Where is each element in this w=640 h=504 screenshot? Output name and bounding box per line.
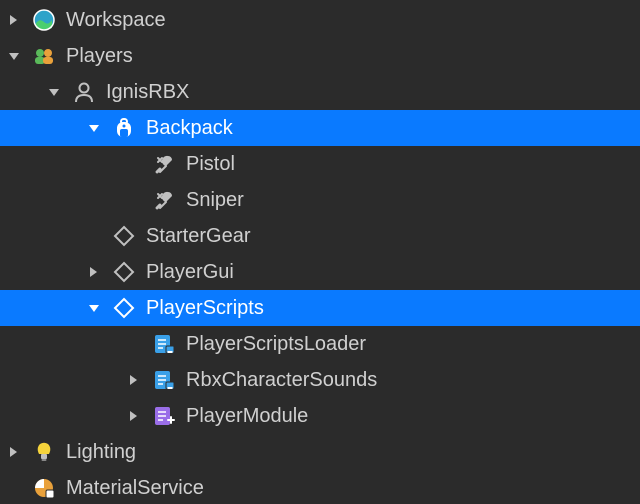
tree-row-backpack[interactable]: Backpack	[0, 110, 640, 146]
tree-row-startergear[interactable]: StarterGear	[0, 218, 640, 254]
diamond-icon	[108, 296, 140, 320]
tree-row-ignisrbx[interactable]: IgnisRBX	[0, 74, 640, 110]
tree-row-label: Backpack	[140, 110, 233, 146]
tree-row-players[interactable]: Players	[0, 38, 640, 74]
tool-icon	[148, 188, 180, 212]
tree-row-label: Sniper	[180, 182, 244, 218]
tree-row-psloader[interactable]: PlayerScriptsLoader	[0, 326, 640, 362]
tree-row-label: Pistol	[180, 146, 235, 182]
expand-arrow-icon[interactable]	[128, 374, 140, 386]
expand-arrow-icon[interactable]	[8, 50, 20, 62]
tree-row-lighting[interactable]: Lighting	[0, 434, 640, 470]
players-icon	[28, 44, 60, 68]
expand-arrow-icon[interactable]	[8, 14, 20, 26]
tree-row-sniper[interactable]: Sniper	[0, 182, 640, 218]
expand-arrow-icon[interactable]	[48, 86, 60, 98]
expand-arrow-icon[interactable]	[8, 446, 20, 458]
diamond-icon	[108, 260, 140, 284]
localscript-icon	[148, 332, 180, 356]
diamond-icon	[108, 224, 140, 248]
tree-row-playermodule[interactable]: PlayerModule	[0, 398, 640, 434]
tree-row-label: Workspace	[60, 2, 166, 38]
tree-row-label: Players	[60, 38, 133, 74]
localscript-icon	[148, 368, 180, 392]
lighting-icon	[28, 440, 60, 464]
expand-arrow-icon[interactable]	[88, 302, 100, 314]
tool-icon	[148, 152, 180, 176]
player-icon	[68, 80, 100, 104]
tree-row-label: IgnisRBX	[100, 74, 189, 110]
expand-arrow-icon[interactable]	[88, 122, 100, 134]
tree-row-materialservice[interactable]: MaterialService	[0, 470, 640, 504]
material-icon	[28, 476, 60, 500]
tree-row-label: RbxCharacterSounds	[180, 362, 377, 398]
tree-row-playerscripts[interactable]: PlayerScripts	[0, 290, 640, 326]
expand-arrow-icon[interactable]	[88, 266, 100, 278]
tree-row-label: PlayerModule	[180, 398, 308, 434]
tree-row-workspace[interactable]: Workspace	[0, 2, 640, 38]
backpack-icon	[108, 116, 140, 140]
tree-row-label: PlayerScripts	[140, 290, 264, 326]
tree-row-label: PlayerScriptsLoader	[180, 326, 366, 362]
modulescript-icon	[148, 404, 180, 428]
tree-row-playergui[interactable]: PlayerGui	[0, 254, 640, 290]
explorer-tree: WorkspacePlayersIgnisRBXBackpackPistolSn…	[0, 0, 640, 504]
tree-row-label: MaterialService	[60, 470, 204, 504]
tree-row-label: Lighting	[60, 434, 136, 470]
tree-row-label: PlayerGui	[140, 254, 234, 290]
expand-arrow-icon[interactable]	[128, 410, 140, 422]
workspace-icon	[28, 8, 60, 32]
tree-row-pistol[interactable]: Pistol	[0, 146, 640, 182]
tree-row-label: StarterGear	[140, 218, 250, 254]
tree-row-rbxcharsounds[interactable]: RbxCharacterSounds	[0, 362, 640, 398]
